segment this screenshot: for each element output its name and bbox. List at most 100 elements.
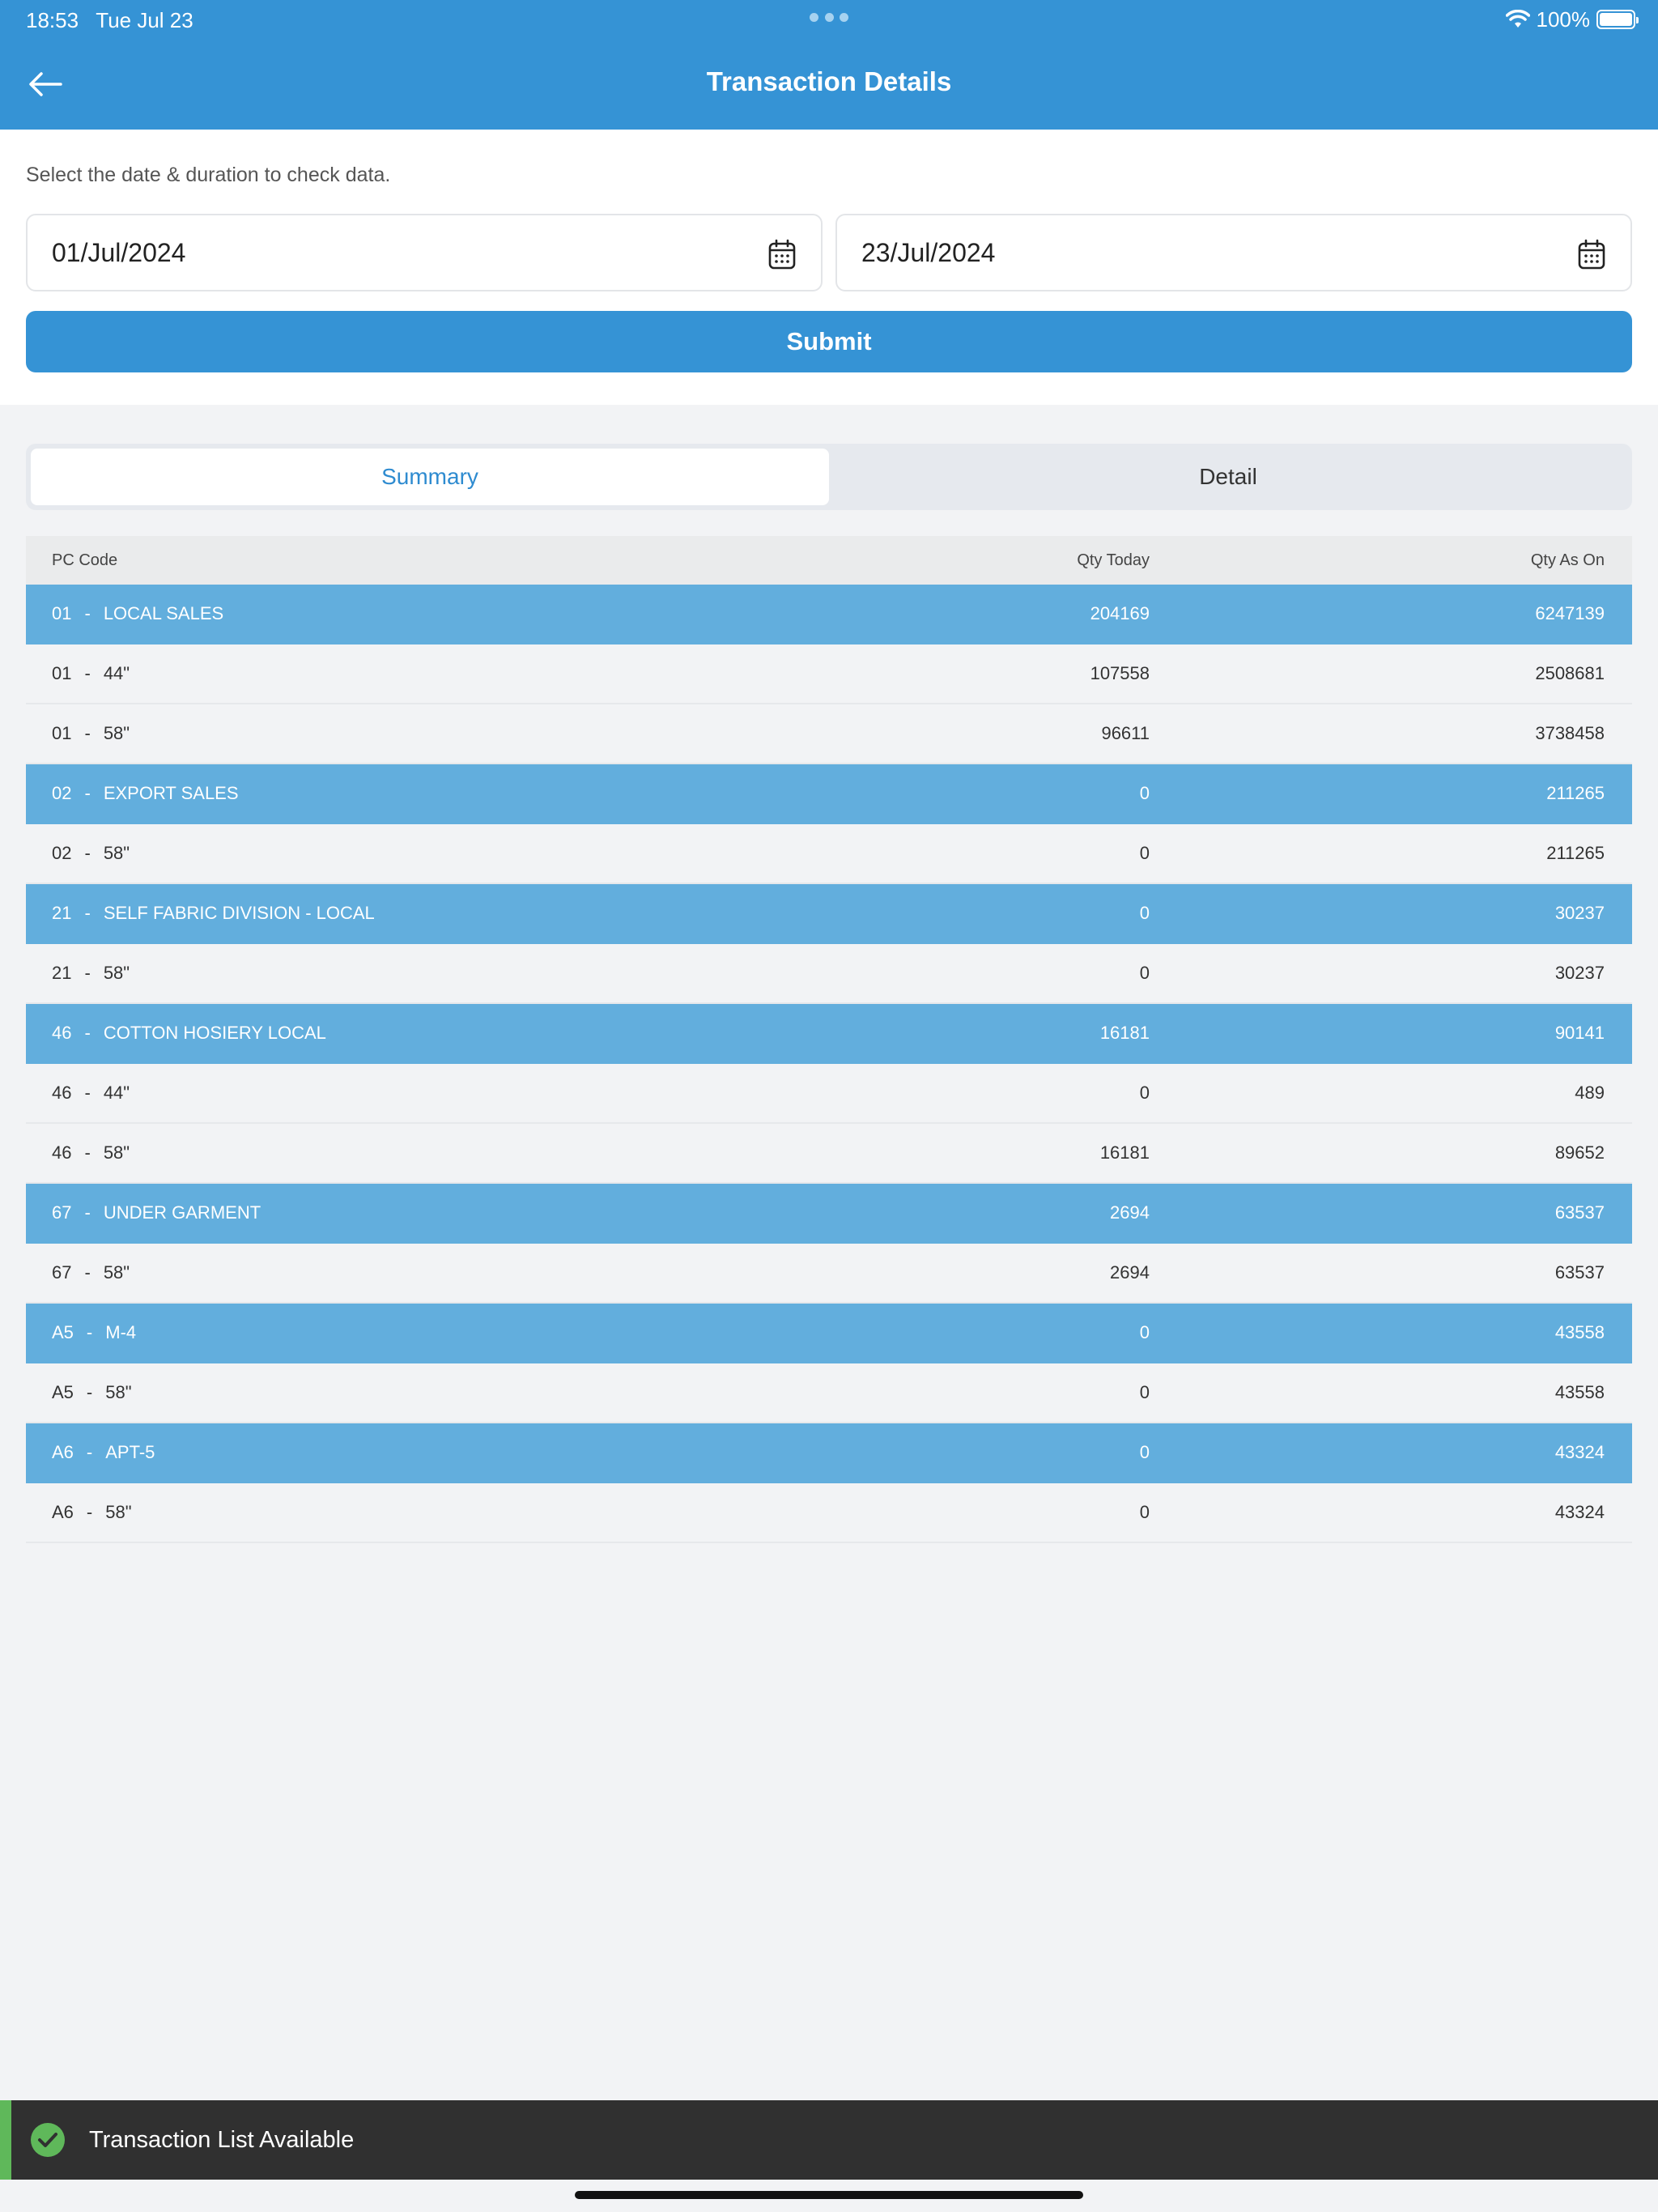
pc-code-cell: 46- COTTON HOSIERY LOCAL: [52, 1004, 326, 1062]
qty-as-on-cell: 43324: [1554, 1442, 1605, 1462]
pc-name: EXPORT SALES: [103, 783, 239, 803]
table-row[interactable]: 46-58" 16181 89652: [26, 1124, 1632, 1184]
tab-summary[interactable]: Summary: [31, 449, 829, 505]
pc-code: 21: [52, 903, 72, 923]
pc-code: 01: [52, 603, 72, 623]
pc-name: M-4: [105, 1322, 137, 1342]
view-tabs: Summary Detail: [26, 444, 1632, 510]
qty-today-cell: 2694: [1110, 1262, 1150, 1283]
pc-name: LOCAL SALES: [103, 603, 224, 623]
pc-code: A5: [52, 1382, 74, 1402]
qty-today-cell: 0: [1139, 903, 1150, 923]
table-row[interactable]: A5-58" 0 43558: [26, 1363, 1632, 1423]
pc-code-cell: 46-44": [52, 1064, 130, 1122]
qty-as-on-cell: 63537: [1554, 1262, 1605, 1283]
table-group-row[interactable]: 01- LOCAL SALES 204169 6247139: [26, 585, 1632, 644]
end-date-field[interactable]: 23/Jul/2024: [835, 214, 1632, 291]
pc-code: 21: [52, 963, 72, 983]
qty-as-on-cell: 489: [1575, 1083, 1605, 1103]
tab-detail[interactable]: Detail: [829, 449, 1627, 505]
start-date-field[interactable]: 01/Jul/2024: [26, 214, 823, 291]
table-row[interactable]: 21-58" 0 30237: [26, 944, 1632, 1004]
snackbar: Transaction List Available: [0, 2100, 1658, 2180]
pc-separator: -: [86, 1442, 93, 1462]
table-group-row[interactable]: 46- COTTON HOSIERY LOCAL 16181 90141: [26, 1004, 1632, 1064]
pc-separator: -: [84, 603, 91, 623]
table-group-row[interactable]: 02- EXPORT SALES 0 211265: [26, 764, 1632, 824]
pc-separator: -: [84, 1202, 91, 1223]
pc-name: UNDER GARMENT: [103, 1202, 261, 1223]
pc-code: 46: [52, 1083, 72, 1103]
qty-today-cell: 16181: [1099, 1142, 1150, 1163]
qty-today-cell: 0: [1139, 1083, 1150, 1103]
table-group-row[interactable]: A5- M-4 0 43558: [26, 1304, 1632, 1363]
pc-separator: -: [84, 723, 91, 743]
qty-today-cell: 0: [1139, 963, 1150, 983]
qty-as-on-cell: 2508681: [1535, 663, 1605, 683]
wifi-icon: [1505, 10, 1530, 28]
pc-separator: -: [84, 843, 91, 863]
qty-today-cell: 204169: [1090, 603, 1150, 623]
pc-code: 02: [52, 783, 72, 803]
qty-today-cell: 0: [1139, 1382, 1150, 1402]
column-header-qty-as-on: Qty As On: [1530, 551, 1605, 569]
pc-name: 58": [103, 843, 130, 863]
pc-code-cell: A5-58": [52, 1363, 132, 1422]
pc-code-cell: 02-58": [52, 824, 130, 883]
pc-name: 58": [103, 1142, 130, 1163]
table-group-row[interactable]: A6- APT-5 0 43324: [26, 1423, 1632, 1483]
table-header: PC Code Qty Today Qty As On: [26, 536, 1632, 585]
pc-code-cell: 21- SELF FABRIC DIVISION - LOCAL: [52, 884, 375, 942]
table-row[interactable]: 01-58" 96611 3738458: [26, 704, 1632, 764]
qty-as-on-cell: 211265: [1546, 843, 1605, 863]
table-group-row[interactable]: 21- SELF FABRIC DIVISION - LOCAL 0 30237: [26, 884, 1632, 944]
pc-code-cell: A5- M-4: [52, 1304, 136, 1362]
table-group-row[interactable]: 67- UNDER GARMENT 2694 63537: [26, 1184, 1632, 1244]
qty-as-on-cell: 3738458: [1535, 723, 1605, 743]
pc-code: 67: [52, 1262, 72, 1283]
qty-today-cell: 0: [1139, 1322, 1150, 1342]
pc-code: 02: [52, 843, 72, 863]
qty-today-cell: 0: [1139, 783, 1150, 803]
submit-button[interactable]: Submit: [26, 311, 1632, 372]
snackbar-accent: [0, 2100, 11, 2180]
qty-as-on-cell: 30237: [1554, 963, 1605, 983]
page-title: Transaction Details: [706, 66, 952, 96]
pc-code-cell: 46-58": [52, 1124, 130, 1182]
table-row[interactable]: 67-58" 2694 63537: [26, 1244, 1632, 1304]
pc-separator: -: [84, 783, 91, 803]
status-clock: 18:53: [26, 8, 79, 32]
qty-today-cell: 96611: [1101, 723, 1150, 743]
qty-as-on-cell: 211265: [1546, 783, 1605, 803]
pc-code: 01: [52, 723, 72, 743]
pc-name: SELF FABRIC DIVISION - LOCAL: [103, 903, 375, 923]
pc-name: 58": [103, 723, 130, 743]
table-row[interactable]: 02-58" 0 211265: [26, 824, 1632, 884]
pc-separator: -: [84, 903, 91, 923]
qty-today-cell: 0: [1139, 843, 1150, 863]
multitasking-dots-icon[interactable]: [810, 13, 848, 24]
pc-separator: -: [84, 1142, 91, 1163]
status-time: 18:53 Tue Jul 23: [26, 8, 193, 33]
pc-name: 44": [103, 1083, 130, 1103]
qty-today-cell: 107558: [1090, 663, 1150, 683]
table-row[interactable]: A6-58" 0 43324: [26, 1483, 1632, 1543]
pc-separator: -: [86, 1502, 93, 1522]
home-indicator[interactable]: [575, 2191, 1083, 2199]
pc-name: 58": [105, 1502, 132, 1522]
qty-today-cell: 0: [1139, 1502, 1150, 1522]
pc-separator: -: [86, 1322, 93, 1342]
qty-as-on-cell: 30237: [1554, 903, 1605, 923]
qty-today-cell: 0: [1139, 1442, 1150, 1462]
qty-today-cell: 2694: [1110, 1202, 1150, 1223]
calendar-icon[interactable]: [1577, 238, 1606, 270]
table-row[interactable]: 46-44" 0 489: [26, 1064, 1632, 1124]
pc-name: 44": [103, 663, 130, 683]
pc-name: COTTON HOSIERY LOCAL: [103, 1023, 326, 1043]
table-row[interactable]: 01-44" 107558 2508681: [26, 644, 1632, 704]
table-body: 01- LOCAL SALES 204169 6247139 01-44" 107558 2…: [26, 585, 1632, 1543]
pc-code-cell: 02- EXPORT SALES: [52, 764, 239, 823]
calendar-icon[interactable]: [767, 238, 797, 270]
check-circle-icon: [31, 2123, 65, 2157]
pc-name: 58": [103, 963, 130, 983]
